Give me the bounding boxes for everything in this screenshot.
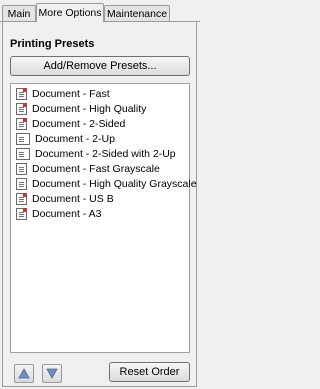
arrow-up-icon <box>18 368 30 379</box>
list-item-label: Document - 2-Up <box>35 132 115 145</box>
document-icon <box>16 177 27 190</box>
arrow-down-icon <box>46 368 58 379</box>
document-icon <box>16 192 27 205</box>
tab-main[interactable]: Main <box>2 5 36 21</box>
list-item[interactable]: Document - 2-Sided <box>16 117 125 130</box>
tab-maintenance[interactable]: Maintenance <box>104 5 170 21</box>
two-up-icon <box>16 132 30 145</box>
tab-bar: Main More Options Maintenance <box>0 0 200 22</box>
tab-more-options[interactable]: More Options <box>36 3 104 22</box>
list-item[interactable]: Document - 2-Sided with 2-Up <box>16 147 176 160</box>
list-item-label: Document - 2-Sided with 2-Up <box>35 147 176 160</box>
list-item[interactable]: Document - US B <box>16 192 114 205</box>
reset-order-button[interactable]: Reset Order <box>109 362 190 382</box>
list-item[interactable]: Document - High Quality Grayscale <box>16 177 197 190</box>
list-item-label: Document - Fast Grayscale <box>32 162 160 175</box>
list-item[interactable]: Document - Fast Grayscale <box>16 162 160 175</box>
list-item-label: Document - Fast <box>32 87 110 100</box>
section-title: Printing Presets <box>10 38 95 50</box>
list-item[interactable]: Document - High Quality <box>16 102 146 115</box>
list-item-label: Document - High Quality Grayscale <box>32 177 197 190</box>
move-up-button[interactable] <box>14 364 34 383</box>
move-down-button[interactable] <box>42 364 62 383</box>
list-item[interactable]: Document - Fast <box>16 87 110 100</box>
document-icon <box>16 87 27 100</box>
document-icon <box>16 162 27 175</box>
document-icon <box>16 102 27 115</box>
list-item-label: Document - High Quality <box>32 102 147 115</box>
two-up-icon <box>16 147 30 160</box>
list-item-label: Document - A3 <box>32 207 102 220</box>
list-item-label: Document - 2-Sided <box>32 117 126 130</box>
list-item[interactable]: Document - A3 <box>16 207 101 220</box>
document-icon <box>16 207 27 220</box>
list-item[interactable]: Document - 2-Up <box>16 132 115 145</box>
add-remove-presets-button[interactable]: Add/Remove Presets... <box>10 56 190 76</box>
presets-list[interactable]: Document - Fast Document - High Quality … <box>10 83 197 353</box>
list-item-label: Document - US B <box>32 192 114 205</box>
document-icon <box>16 117 27 130</box>
